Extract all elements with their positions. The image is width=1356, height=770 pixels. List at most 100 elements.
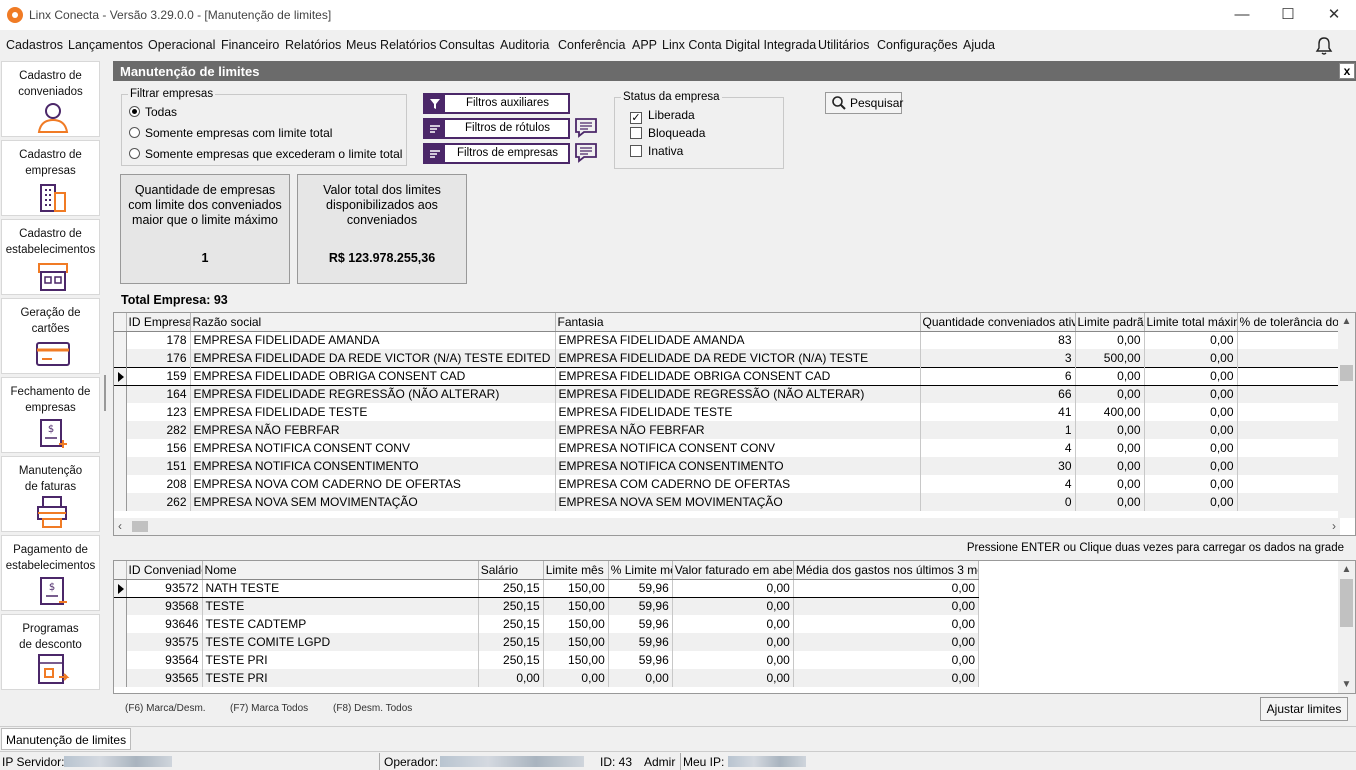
cell-id-conveniado[interactable]: 93564 <box>126 651 203 669</box>
radio-excederam-limite[interactable]: Somente empresas que excederam o limite … <box>129 147 402 161</box>
cell-razao-social[interactable]: EMPRESA FIDELIDADE TESTE <box>190 403 556 421</box>
cell-fantasia[interactable]: EMPRESA FIDELIDADE REGRESSÃO (NÃO ALTERA… <box>555 385 921 403</box>
cell-tolerancia[interactable] <box>1237 366 1355 386</box>
cell-limite-total-maximo[interactable]: 0,00 <box>1144 457 1238 475</box>
filtros-auxiliares-button[interactable]: Filtros auxiliares <box>423 93 570 114</box>
cell-limite-padrao[interactable]: 0,00 <box>1075 457 1145 475</box>
cell-limite-mes[interactable]: 150,00 <box>543 651 609 669</box>
menu-financeiro[interactable]: Financeiro <box>221 38 279 52</box>
cell-tolerancia[interactable] <box>1237 457 1355 475</box>
minimize-button[interactable]: — <box>1219 0 1265 30</box>
cell-limite-total-maximo[interactable]: 0,00 <box>1144 439 1238 457</box>
cell-fantasia[interactable]: EMPRESA COM CADERNO DE OFERTAS <box>555 475 921 493</box>
menu-consultas[interactable]: Consultas <box>439 38 495 52</box>
member-row[interactable]: 93575 TESTE COMITE LGPD 250,15 150,00 59,96 0… <box>114 633 980 651</box>
pesquisar-button[interactable]: Pesquisar <box>825 92 903 114</box>
close-window-button[interactable]: ✕ <box>1311 0 1356 30</box>
cell-limite-padrao[interactable]: 0,00 <box>1075 331 1145 349</box>
cell-id-empresa[interactable]: 156 <box>126 439 191 457</box>
companies-vscroll[interactable]: ▲ <box>1338 313 1355 518</box>
menu-meus-relatorios[interactable]: Meus Relatórios <box>346 38 436 52</box>
col-percent-limite-mes[interactable]: % Limite mês <box>608 561 673 580</box>
row-indicator[interactable] <box>114 615 127 633</box>
cell-qtd-conveniados[interactable]: 4 <box>920 439 1076 457</box>
cell-limite-padrao[interactable]: 0,00 <box>1075 475 1145 493</box>
row-indicator[interactable] <box>114 421 127 439</box>
row-indicator[interactable] <box>114 439 127 457</box>
cell-valor-faturado[interactable]: 0,00 <box>672 633 794 651</box>
menu-utilitarios[interactable]: Utilitários <box>818 38 869 52</box>
cell-salario[interactable]: 250,15 <box>478 633 544 651</box>
scroll-thumb[interactable] <box>1340 579 1353 627</box>
cell-razao-social[interactable]: EMPRESA FIDELIDADE REGRESSÃO (NÃO ALTERA… <box>190 385 556 403</box>
bell-icon[interactable] <box>1314 36 1334 56</box>
ajustar-limites-button[interactable]: Ajustar limites <box>1260 697 1348 721</box>
cell-limite-total-maximo[interactable]: 0,00 <box>1144 349 1238 367</box>
cell-id-empresa[interactable]: 208 <box>126 475 191 493</box>
company-row[interactable]: 159 EMPRESA FIDELIDADE OBRIGA CONSENT CAD… <box>114 366 1355 386</box>
cell-limite-total-maximo[interactable]: 0,00 <box>1144 331 1238 349</box>
cell-percent-limite-mes[interactable]: 59,96 <box>608 597 673 615</box>
col-id-conveniado[interactable]: ID Conveniado <box>126 561 203 580</box>
sidebar-item-cadastro-conveniados[interactable]: Cadastro de conveniados <box>1 61 100 137</box>
comment-list-icon[interactable] <box>574 117 598 138</box>
scroll-left-icon[interactable]: ‹ <box>118 519 122 533</box>
cell-qtd-conveniados[interactable]: 66 <box>920 385 1076 403</box>
cell-nome[interactable]: TESTE <box>202 597 479 615</box>
scroll-down-icon[interactable]: ▼ <box>1338 676 1355 693</box>
menu-conferencia[interactable]: Conferência <box>558 38 625 52</box>
cell-limite-padrao[interactable]: 0,00 <box>1075 366 1145 386</box>
cell-fantasia[interactable]: EMPRESA NOVA SEM MOVIMENTAÇÃO <box>555 493 921 511</box>
cell-qtd-conveniados[interactable]: 4 <box>920 475 1076 493</box>
cell-salario[interactable]: 0,00 <box>478 669 544 687</box>
cell-limite-padrao[interactable]: 0,00 <box>1075 385 1145 403</box>
cell-valor-faturado[interactable]: 0,00 <box>672 651 794 669</box>
cell-limite-padrao[interactable]: 500,00 <box>1075 349 1145 367</box>
maximize-button[interactable]: ☐ <box>1265 0 1311 30</box>
cell-percent-limite-mes[interactable]: 59,96 <box>608 633 673 651</box>
cell-nome[interactable]: TESTE PRI <box>202 669 479 687</box>
cell-razao-social[interactable]: EMPRESA NOVA COM CADERNO DE OFERTAS <box>190 475 556 493</box>
cell-qtd-conveniados[interactable]: 83 <box>920 331 1076 349</box>
row-indicator[interactable] <box>114 385 127 403</box>
company-row[interactable]: 178 EMPRESA FIDELIDADE AMANDA EMPRESA FIDE… <box>114 331 1355 349</box>
cell-media-gastos[interactable]: 0,00 <box>793 615 980 633</box>
cell-percent-limite-mes[interactable]: 59,96 <box>608 651 673 669</box>
radio-com-limite-total[interactable]: Somente empresas com limite total <box>129 126 332 140</box>
cell-id-conveniado[interactable]: 93565 <box>126 669 203 687</box>
cell-salario[interactable]: 250,15 <box>478 615 544 633</box>
cell-fantasia[interactable]: EMPRESA NOTIFICA CONSENT CONV <box>555 439 921 457</box>
sidebar-item-geracao-cartoes[interactable]: Geração de cartões <box>1 298 100 374</box>
cell-limite-mes[interactable]: 150,00 <box>543 633 609 651</box>
menu-cadastros[interactable]: Cadastros <box>6 38 63 52</box>
company-row[interactable]: 176 EMPRESA FIDELIDADE DA REDE VICTOR (N/… <box>114 349 1355 367</box>
row-indicator[interactable] <box>114 475 127 493</box>
cell-limite-total-maximo[interactable]: 0,00 <box>1144 421 1238 439</box>
cell-tolerancia[interactable] <box>1237 493 1355 511</box>
cell-qtd-conveniados[interactable]: 6 <box>920 366 1076 386</box>
checkbox-inativa[interactable]: Inativa <box>630 144 683 158</box>
member-row[interactable]: 93568 TESTE 250,15 150,00 59,96 0,00 0,00 <box>114 597 980 615</box>
col-qtd-conveniados[interactable]: Quantidade conveniados ativos <box>920 313 1076 332</box>
cell-id-empresa[interactable]: 262 <box>126 493 191 511</box>
cell-media-gastos[interactable]: 0,00 <box>793 669 980 687</box>
menu-linx-conta-digital[interactable]: Linx Conta Digital Integrada <box>662 38 816 52</box>
cell-valor-faturado[interactable]: 0,00 <box>672 597 794 615</box>
sidebar-item-pagamento-estabelecimentos[interactable]: Pagamento de estabelecimentos $ <box>1 535 100 611</box>
cell-fantasia[interactable]: EMPRESA NÃO FEBRFAR <box>555 421 921 439</box>
cell-nome[interactable]: TESTE COMITE LGPD <box>202 633 479 651</box>
cell-limite-total-maximo[interactable]: 0,00 <box>1144 493 1238 511</box>
menu-configuracoes[interactable]: Configurações <box>877 38 958 52</box>
companies-hscroll[interactable]: ‹ › <box>114 518 1340 535</box>
menu-app[interactable]: APP <box>632 38 657 52</box>
menu-relatorios[interactable]: Relatórios <box>285 38 341 52</box>
member-row[interactable]: 93646 TESTE CADTEMP 250,15 150,00 59,96 0,00 0… <box>114 615 980 633</box>
cell-id-empresa[interactable]: 282 <box>126 421 191 439</box>
cell-percent-limite-mes[interactable]: 0,00 <box>608 669 673 687</box>
cell-limite-total-maximo[interactable]: 0,00 <box>1144 366 1238 386</box>
cell-id-empresa[interactable]: 123 <box>126 403 191 421</box>
row-indicator[interactable] <box>114 349 127 367</box>
cell-media-gastos[interactable]: 0,00 <box>793 578 980 598</box>
cell-fantasia[interactable]: EMPRESA FIDELIDADE AMANDA <box>555 331 921 349</box>
company-row[interactable]: 151 EMPRESA NOTIFICA CONSENTIMENTO EMPRESA… <box>114 457 1355 475</box>
